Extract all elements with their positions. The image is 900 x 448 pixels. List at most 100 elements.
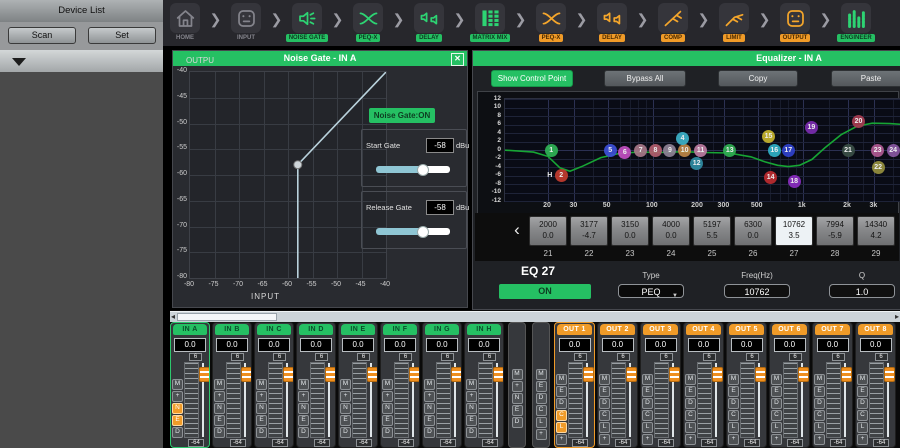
strip-button-+[interactable]: + [214, 391, 225, 402]
channel-header[interactable]: IN F [383, 324, 417, 335]
strip-button-m[interactable]: M [642, 374, 653, 385]
fader-handle[interactable] [583, 367, 594, 382]
strip-button-l[interactable]: L [642, 422, 653, 433]
strip-button-m[interactable]: M [256, 379, 267, 390]
copy-button[interactable]: Copy [718, 70, 798, 87]
strip-button-c[interactable]: C [857, 410, 868, 421]
strip-button-+[interactable]: + [424, 391, 435, 402]
eq-control-point-22[interactable]: 22 [872, 161, 885, 174]
strip-button-+[interactable]: + [466, 391, 477, 402]
strip-button-d[interactable]: D [556, 398, 567, 409]
strip-button-d[interactable]: D [214, 427, 225, 438]
show-control-point-button[interactable]: Show Control Point [491, 70, 573, 87]
eq-band-button-27[interactable]: 107623.5 [775, 216, 813, 246]
strip-button-d[interactable]: D [536, 393, 547, 404]
type-dropdown[interactable]: PEQ ▼ [618, 284, 684, 298]
fader-handle[interactable] [841, 367, 852, 382]
fader-handle[interactable] [241, 367, 252, 382]
slider-handle[interactable] [417, 164, 429, 176]
strip-button-m[interactable]: M [512, 369, 523, 380]
strip-button-l[interactable]: L [814, 422, 825, 433]
strip-button-+[interactable]: + [382, 391, 393, 402]
channel-strip-in-b[interactable]: IN B0.0M+NED6-64 [212, 322, 252, 448]
strip-button-c[interactable]: C [599, 410, 610, 421]
fader-handle[interactable] [325, 367, 336, 382]
noise-gate-enable-button[interactable]: Noise Gate:ON [369, 108, 435, 123]
strip-button-e[interactable]: E [340, 415, 351, 426]
channel-strip-out-7[interactable]: OUT 70.0MEDCL+6-64 [812, 322, 853, 448]
eq-band-button-23[interactable]: 31500.0 [611, 216, 649, 246]
channel-strip-in-c[interactable]: IN C0.0M+NED6-64 [254, 322, 294, 448]
strip-button-m[interactable]: M [298, 379, 309, 390]
nav-item-comp[interactable]: COMP [651, 0, 695, 42]
eq-on-button[interactable]: ON [499, 284, 591, 299]
eq-control-point-18[interactable]: 18 [788, 175, 801, 188]
channel-header[interactable]: OUT 1 [557, 324, 592, 335]
channel-header[interactable]: OUT 3 [643, 324, 678, 335]
close-icon[interactable]: ✕ [451, 53, 464, 66]
strip-button-+[interactable]: + [340, 391, 351, 402]
strip-button-c[interactable]: C [642, 410, 653, 421]
channel-header[interactable]: OUT 4 [686, 324, 721, 335]
strip-button-l[interactable]: L [556, 422, 567, 433]
channel-header[interactable]: IN A [173, 324, 207, 335]
paste-button[interactable]: Paste [831, 70, 900, 87]
scan-button[interactable]: Scan [8, 27, 76, 44]
fader-handle[interactable] [712, 367, 723, 382]
strip-button-e[interactable]: E [857, 386, 868, 397]
strip-button-d[interactable]: D [857, 398, 868, 409]
scroll-left-icon[interactable]: ◂ [171, 312, 175, 322]
nav-item-home[interactable]: HOME [163, 0, 207, 42]
channel-strip-in-f[interactable]: IN F0.0M+NED6-64 [380, 322, 420, 448]
eq-control-point-17[interactable]: 17 [782, 144, 795, 157]
strip-button-e[interactable]: E [685, 386, 696, 397]
channel-header[interactable]: OUT 5 [729, 324, 764, 335]
master-strip-1[interactable]: M+NED [508, 322, 526, 448]
strip-button-m[interactable]: M [857, 374, 868, 385]
fader-handle[interactable] [798, 367, 809, 382]
strip-button-n[interactable]: N [214, 403, 225, 414]
strip-button-c[interactable]: C [556, 410, 567, 421]
strip-button-e[interactable]: E [256, 415, 267, 426]
channel-strip-out-8[interactable]: OUT 80.0MEDCL+6-64 [855, 322, 896, 448]
nav-item-delay[interactable]: DELAY [590, 0, 634, 42]
channel-header[interactable]: OUT 6 [772, 324, 807, 335]
strip-button-+[interactable]: + [814, 434, 825, 445]
fader-handle[interactable] [669, 367, 680, 382]
strip-button-m[interactable]: M [424, 379, 435, 390]
eq-control-point-16[interactable]: 16 [768, 144, 781, 157]
strip-button-+[interactable]: + [556, 434, 567, 445]
eq-band-button-26[interactable]: 63000.0 [734, 216, 772, 246]
strip-button-m[interactable]: M [340, 379, 351, 390]
strip-button-d[interactable]: D [340, 427, 351, 438]
nav-item-matrix-mix[interactable]: MATRIX MIX [468, 0, 512, 42]
strip-button-e[interactable]: E [298, 415, 309, 426]
channel-strip-out-1[interactable]: OUT 10.0MEDCL+6-64 [554, 322, 595, 448]
strip-button-c[interactable]: C [685, 410, 696, 421]
strip-button-d[interactable]: D [172, 427, 183, 438]
strip-button-l[interactable]: L [685, 422, 696, 433]
strip-button-l[interactable]: L [857, 422, 868, 433]
eq-control-point-9[interactable]: 9 [663, 144, 676, 157]
eq-band-button-21[interactable]: 20000.0 [529, 216, 567, 246]
fader-handle[interactable] [199, 367, 210, 382]
slider-handle[interactable] [417, 226, 429, 238]
strip-button-e[interactable]: E [599, 386, 610, 397]
channel-header[interactable]: IN G [425, 324, 459, 335]
eq-control-point-13[interactable]: 13 [723, 144, 736, 157]
strip-button-e[interactable]: E [382, 415, 393, 426]
strip-button-e[interactable]: E [536, 381, 547, 392]
strip-button-e[interactable]: E [512, 405, 523, 416]
strip-button-d[interactable]: D [728, 398, 739, 409]
strip-button-e[interactable]: E [466, 415, 477, 426]
strip-button-n[interactable]: N [172, 403, 183, 414]
strip-button-n[interactable]: N [340, 403, 351, 414]
fader-handle[interactable] [884, 367, 895, 382]
nav-item-input[interactable]: INPUT [224, 0, 268, 42]
eq-control-point-23[interactable]: 23 [871, 144, 884, 157]
scroll-right-icon[interactable]: ▸ [895, 312, 899, 322]
strip-button-c[interactable]: C [728, 410, 739, 421]
eq-control-point-14[interactable]: 14 [764, 171, 777, 184]
strip-button-+[interactable]: + [728, 434, 739, 445]
nav-item-noise-gate[interactable]: NOISE GATE [285, 0, 329, 42]
